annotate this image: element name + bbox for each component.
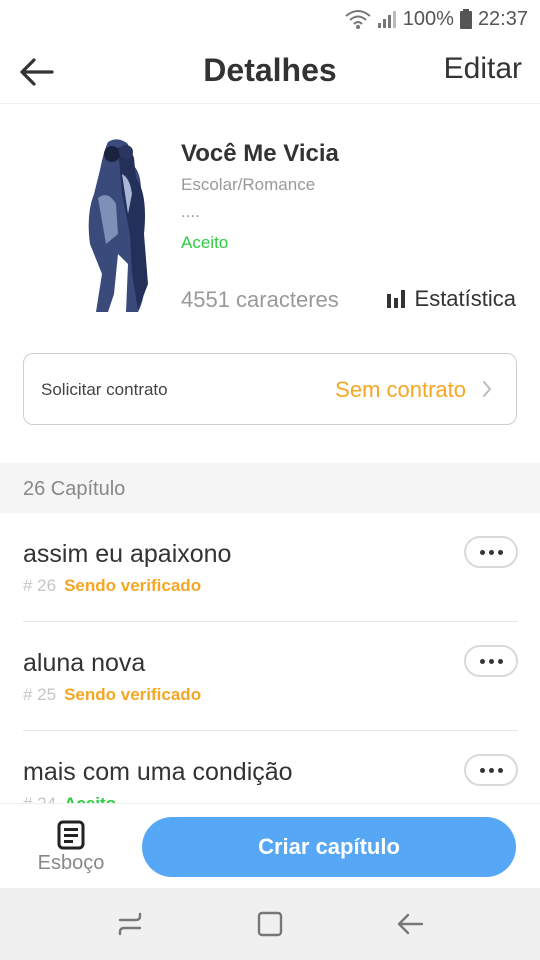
chapter-title: aluna nova (23, 649, 146, 677)
header: Detalhes Editar (0, 38, 540, 104)
character-count: 4551 caracteres (181, 287, 339, 312)
more-dots-icon (497, 549, 503, 555)
navigation-bar (0, 888, 540, 960)
chapter-status: Sendo verificado (64, 685, 202, 704)
more-dots-icon (488, 549, 494, 555)
statistics-label: Estatística (414, 286, 516, 311)
book-status: Aceito (181, 233, 229, 252)
clock: 22:37 (477, 7, 528, 30)
draft-icon (57, 820, 85, 850)
more-dots-icon (497, 658, 503, 664)
more-dots-icon (488, 767, 494, 773)
chapter-number: # 25 (23, 685, 57, 704)
chapters-header: 26 Capítulo (0, 463, 540, 513)
statistics-button[interactable]: Estatística (386, 286, 516, 312)
edit-button[interactable]: Editar (444, 52, 522, 86)
battery-percent: 100% (402, 7, 454, 30)
contract-row[interactable]: Solicitar contrato Sem contrato (23, 353, 517, 425)
chapter-item[interactable]: assim eu apaixono # 26 Sendo verificado (23, 513, 518, 622)
chapter-more-button[interactable] (464, 754, 518, 786)
home-button[interactable] (240, 894, 300, 954)
book-description: .... (181, 202, 200, 221)
signal-icon (377, 11, 396, 28)
battery-icon (459, 9, 472, 29)
draft-label: Esboço (37, 852, 105, 874)
recent-apps-icon (118, 912, 142, 936)
chapters-count: 26 Capítulo (23, 478, 126, 500)
chapter-item[interactable]: mais com uma condição # 24 Aceito (23, 731, 518, 803)
chapter-list[interactable]: assim eu apaixono # 26 Sendo verificado … (0, 513, 540, 803)
more-dots-icon (488, 658, 494, 664)
more-dots-icon (479, 549, 485, 555)
chapter-item[interactable]: aluna nova # 25 Sendo verificado (23, 622, 518, 731)
book-cover-image[interactable] (78, 134, 160, 316)
bottom-action-bar: Esboço Criar capítulo (0, 803, 540, 888)
bar-chart-icon (386, 290, 405, 308)
back-button[interactable] (16, 52, 56, 92)
chapter-more-button[interactable] (464, 645, 518, 677)
back-nav-icon (397, 913, 424, 935)
status-bar: 100% 22:37 (0, 0, 540, 38)
draft-button[interactable]: Esboço (26, 820, 116, 880)
contract-label: Solicitar contrato (41, 380, 168, 399)
book-info: Você Me Vicia Escolar/Romance .... Aceit… (0, 120, 540, 330)
chapter-meta: # 24 Aceito (23, 794, 116, 803)
wifi-icon (345, 10, 371, 29)
back-arrow-icon (20, 58, 54, 86)
chapter-status: Sendo verificado (64, 576, 202, 595)
create-chapter-button[interactable]: Criar capítulo (142, 817, 516, 877)
more-dots-icon (479, 658, 485, 664)
chapter-meta: # 25 Sendo verificado (23, 685, 201, 705)
recent-apps-button[interactable] (100, 894, 160, 954)
chapter-more-button[interactable] (464, 536, 518, 568)
home-icon (257, 911, 283, 937)
back-nav-button[interactable] (380, 894, 440, 954)
chapter-title: assim eu apaixono (23, 540, 232, 568)
contract-status: Sem contrato (335, 377, 466, 402)
chapter-status: Aceito (64, 794, 116, 803)
chapter-number: # 26 (23, 576, 57, 595)
chapter-number: # 24 (23, 794, 56, 803)
chevron-right-icon (483, 381, 491, 397)
book-title: Você Me Vicia (181, 140, 339, 167)
book-genre: Escolar/Romance (181, 175, 316, 194)
chapter-meta: # 26 Sendo verificado (23, 576, 201, 596)
chapter-title: mais com uma condição (23, 758, 293, 786)
more-dots-icon (497, 767, 503, 773)
more-dots-icon (479, 767, 485, 773)
